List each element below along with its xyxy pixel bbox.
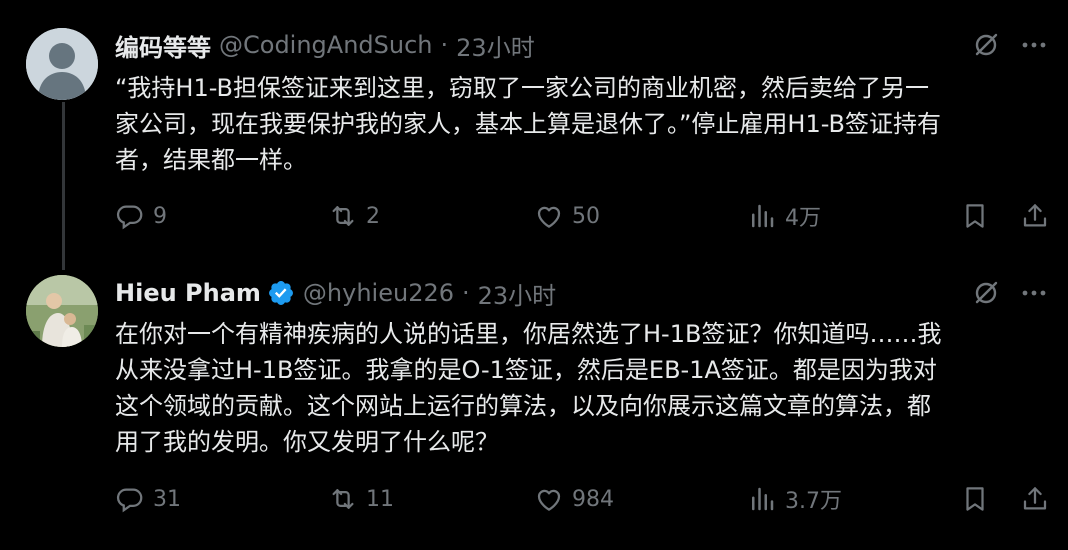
bookmark-icon (966, 204, 984, 228)
retweet-button[interactable]: 11 (328, 484, 534, 514)
views-count: 3.7万 (785, 489, 842, 514)
author-handle[interactable]: @hyhieu226 (303, 279, 454, 307)
avatar[interactable] (26, 275, 98, 347)
bookmark-button[interactable] (960, 484, 1020, 514)
share-icon (1023, 487, 1047, 510)
like-icon (537, 489, 561, 511)
retweet-icon (332, 206, 354, 226)
photo-avatar-icon (26, 275, 98, 347)
bookmark-icon (966, 487, 984, 511)
retweet-button[interactable]: 2 (328, 201, 534, 231)
separator-dot: · (440, 31, 449, 59)
author-name[interactable]: Hieu Pham (115, 279, 261, 307)
tweet-header: 编码等等 @CodingAndSuch · 23小时 (115, 28, 535, 62)
tweet-actions: 9 2 50 4万 (115, 198, 1053, 234)
reply-icon (117, 488, 143, 513)
tweet[interactable]: Hieu Pham @hyhieu226 · 23小时 在你对一个有精神疾病的人… (0, 270, 1068, 550)
like-button[interactable]: 984 (534, 484, 747, 514)
views-button[interactable]: 3.7万 (747, 483, 960, 515)
bookmark-button[interactable] (960, 201, 1020, 231)
more-icon[interactable] (1020, 279, 1048, 307)
timestamp[interactable]: 23小时 (478, 276, 557, 311)
views-icon (752, 204, 774, 228)
like-count: 984 (572, 486, 614, 512)
retweet-icon (332, 489, 354, 509)
reply-button[interactable]: 9 (115, 201, 328, 231)
tweet[interactable]: 编码等等 @CodingAndSuch · 23小时 “我持H1-B担保签证来到… (0, 0, 1068, 270)
tweet-header: Hieu Pham @hyhieu226 · 23小时 (115, 276, 556, 310)
like-button[interactable]: 50 (534, 201, 747, 231)
author-name[interactable]: 编码等等 (115, 28, 211, 63)
verified-badge-icon (267, 279, 295, 307)
reply-count: 9 (153, 203, 167, 229)
views-count: 4万 (785, 206, 821, 231)
retweet-count: 2 (366, 203, 380, 229)
timestamp[interactable]: 23小时 (456, 28, 535, 63)
tweet-text: 在你对一个有精神疾病的人说的话里，你居然选了H-1B签证？你知道吗……我 从来没… (115, 320, 942, 456)
more-icon[interactable] (1020, 31, 1048, 59)
share-button[interactable] (1020, 484, 1050, 514)
like-count: 50 (572, 203, 600, 229)
retweet-count: 11 (366, 486, 394, 512)
tweet-header-icons (972, 276, 1048, 310)
reply-icon (117, 205, 143, 230)
separator-dot: · (462, 279, 470, 307)
grok-icon[interactable] (972, 279, 1000, 307)
tweet-text: “我持H1-B担保签证来到这里，窃取了一家公司的商业机密，然后卖给了另一 家公司… (115, 74, 942, 174)
like-icon (537, 206, 561, 228)
views-button[interactable]: 4万 (747, 200, 960, 232)
share-button[interactable] (1020, 201, 1050, 231)
reply-button[interactable]: 31 (115, 484, 328, 514)
views-icon (752, 487, 774, 511)
author-handle[interactable]: @CodingAndSuch (219, 31, 433, 59)
tweet-actions: 31 11 984 3.7万 (115, 481, 1053, 517)
share-icon (1023, 204, 1047, 227)
default-avatar-icon (26, 28, 98, 100)
avatar[interactable] (26, 28, 98, 100)
reply-count: 31 (153, 486, 181, 512)
grok-icon[interactable] (972, 31, 1000, 59)
thread-connector-line (62, 102, 65, 270)
tweet-header-icons (972, 28, 1048, 62)
